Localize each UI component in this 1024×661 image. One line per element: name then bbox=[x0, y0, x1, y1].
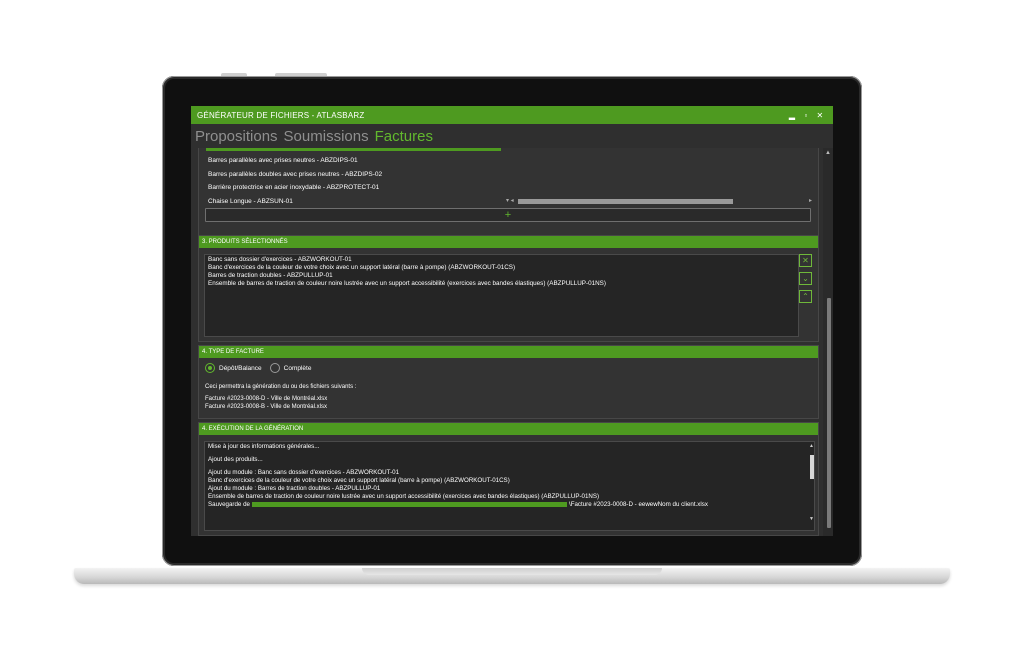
scroll-right-icon[interactable]: ▸ bbox=[809, 197, 812, 204]
progress-bar bbox=[206, 148, 501, 151]
laptop-base bbox=[74, 568, 950, 584]
list-item[interactable]: Banc d'exercices de la couleur de votre … bbox=[208, 264, 795, 272]
laptop-notch bbox=[362, 568, 662, 575]
section-header: 4. TYPE DE FACTURE bbox=[199, 346, 818, 358]
file-name: Facture #2023-0008-B - Ville de Montréal… bbox=[205, 404, 327, 410]
log-line: Sauvegarde de \Facture #2023-0008-D - eew… bbox=[208, 501, 811, 509]
main-content: Barres parallèles avec prises neutres - … bbox=[191, 148, 823, 536]
tab-factures[interactable]: Factures bbox=[375, 128, 433, 145]
list-item[interactable]: Barres parallèles avec prises neutres - … bbox=[206, 154, 810, 168]
invoice-type-panel: 4. TYPE DE FACTURE Dépôt/Balance Complèt… bbox=[198, 345, 819, 419]
log-line: Ajout des produits... bbox=[208, 456, 263, 463]
product-list-panel: Barres parallèles avec prises neutres - … bbox=[198, 148, 819, 249]
minimize-icon[interactable]: ▂ bbox=[785, 111, 799, 120]
radio-complete-label[interactable]: Complète bbox=[284, 365, 312, 372]
file-name: Facture #2023-0008-D - Ville de Montréal… bbox=[205, 396, 328, 402]
save-suffix: \Facture #2023-0008-D - eewewNom du clie… bbox=[568, 501, 708, 508]
section-header: 4. EXÉCUTION DE LA GÉNÉRATION bbox=[199, 423, 818, 435]
list-item[interactable]: Barres parallèles doubles avec prises ne… bbox=[206, 168, 810, 182]
horizontal-scrollbar[interactable]: ▾ ◂ ▸ bbox=[506, 198, 812, 204]
scroll-thumb[interactable] bbox=[810, 455, 814, 479]
close-icon[interactable]: ✕ bbox=[813, 111, 827, 120]
main-scrollbar[interactable]: ▲ bbox=[823, 148, 833, 536]
list-item[interactable]: Barres de traction doubles - ABZPULLUP-0… bbox=[208, 272, 795, 280]
title-bar: GÉNÉRATEUR DE FICHIERS - ATLASBARZ ▂ ▫ ✕ bbox=[191, 106, 833, 124]
move-down-icon[interactable]: ⌄ bbox=[799, 272, 812, 285]
execution-panel: 4. EXÉCUTION DE LA GÉNÉRATION Mise à jou… bbox=[198, 422, 819, 536]
log-line: Mise à jour des informations générales..… bbox=[208, 443, 320, 450]
log-line: Banc d'exercices de la couleur de votre … bbox=[208, 477, 510, 484]
tab-bar: Propositions Soumissions Factures bbox=[191, 124, 833, 148]
log-scrollbar[interactable]: ▲ ▼ bbox=[809, 443, 815, 525]
scroll-thumb[interactable] bbox=[518, 199, 733, 204]
invoice-type-options: Dépôt/Balance Complète bbox=[205, 363, 311, 373]
tab-propositions[interactable]: Propositions bbox=[195, 128, 278, 145]
scroll-down-icon[interactable]: ▼ bbox=[809, 516, 814, 522]
list-actions: ✕ ⌄ ⌃ bbox=[799, 254, 813, 308]
log-line: Ajout du module : Barres de traction dou… bbox=[208, 485, 381, 492]
scroll-left-icon[interactable]: ▾ ◂ bbox=[506, 197, 514, 204]
list-item[interactable]: Banc sans dossier d'exercices - ABZWORKO… bbox=[208, 256, 795, 264]
save-prefix: Sauvegarde de bbox=[208, 501, 250, 508]
radio-deposit[interactable] bbox=[205, 363, 215, 373]
selected-products-panel: 3. PRODUITS SÉLECTIONNÉS Banc sans dossi… bbox=[198, 235, 819, 342]
radio-deposit-label[interactable]: Dépôt/Balance bbox=[219, 365, 262, 372]
execution-log[interactable]: Mise à jour des informations générales..… bbox=[204, 441, 815, 531]
section-header: 3. PRODUITS SÉLECTIONNÉS bbox=[199, 236, 818, 248]
list-item[interactable]: Ensemble de barres de traction de couleu… bbox=[208, 280, 795, 288]
product-list[interactable]: Barres parallèles avec prises neutres - … bbox=[206, 148, 812, 208]
log-line: Ensemble de barres de traction de couleu… bbox=[208, 493, 600, 500]
maximize-icon[interactable]: ▫ bbox=[799, 111, 813, 120]
log-line: Ajout du module : Banc sans dossier d'ex… bbox=[208, 469, 400, 476]
scroll-thumb[interactable] bbox=[827, 298, 831, 528]
scroll-up-icon[interactable]: ▲ bbox=[825, 150, 831, 156]
remove-icon[interactable]: ✕ bbox=[799, 254, 812, 267]
file-list: Facture #2023-0008-D - Ville de Montréal… bbox=[205, 395, 327, 411]
app-window: GÉNÉRATEUR DE FICHIERS - ATLASBARZ ▂ ▫ ✕… bbox=[191, 106, 833, 536]
window-title: GÉNÉRATEUR DE FICHIERS - ATLASBARZ bbox=[197, 110, 365, 120]
move-up-icon[interactable]: ⌃ bbox=[799, 290, 812, 303]
tab-soumissions[interactable]: Soumissions bbox=[284, 128, 369, 145]
selected-products-list[interactable]: Banc sans dossier d'exercices - ABZWORKO… bbox=[204, 254, 799, 337]
redacted-path bbox=[251, 501, 567, 507]
scroll-up-icon[interactable]: ▲ bbox=[809, 443, 814, 449]
radio-complete[interactable] bbox=[269, 363, 280, 373]
generation-note: Ceci permettra la génération du ou des f… bbox=[205, 384, 357, 390]
list-item[interactable]: Barrière protectrice en acier inoxydable… bbox=[206, 181, 810, 195]
add-product-button[interactable]: + bbox=[205, 208, 811, 222]
log-line-clipped bbox=[208, 514, 811, 522]
